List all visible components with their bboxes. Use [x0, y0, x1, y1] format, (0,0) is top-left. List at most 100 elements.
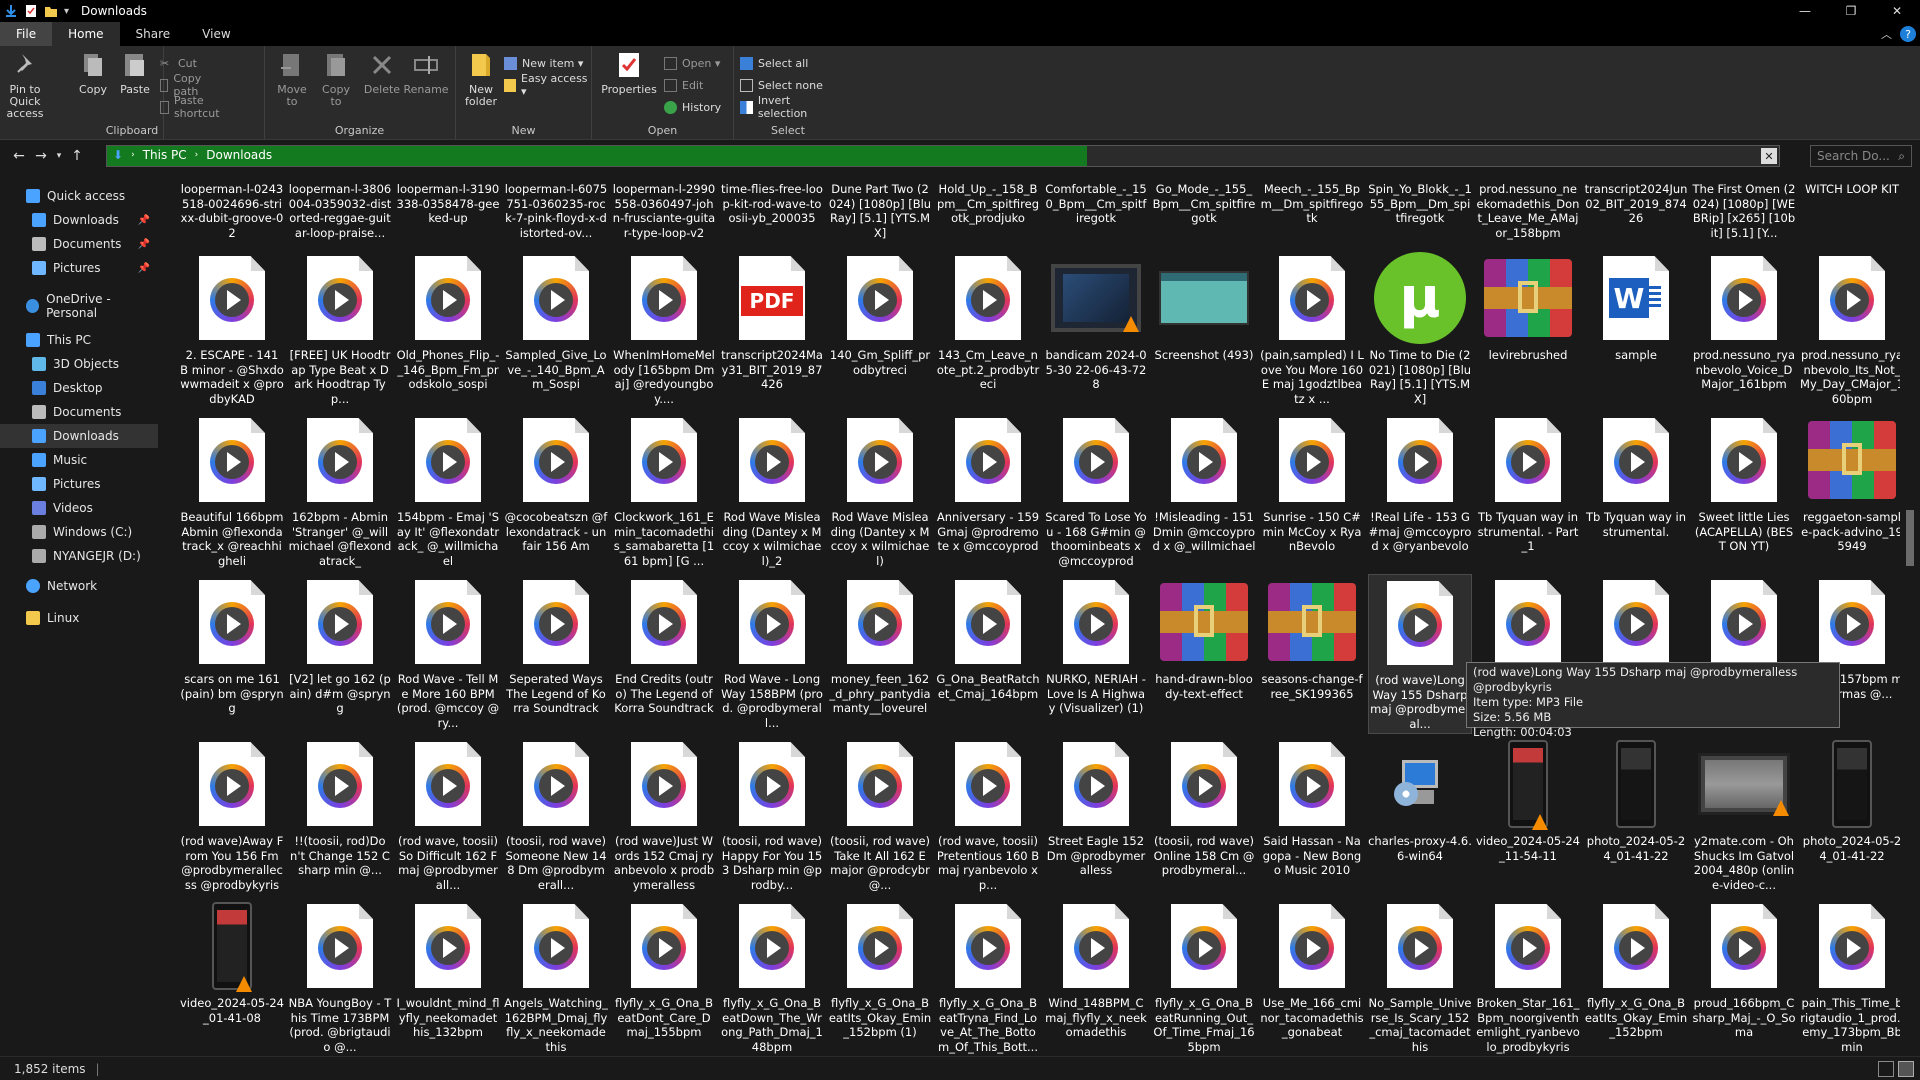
- file-item[interactable]: End Credits (outro) The Legend of Korra …: [612, 574, 716, 734]
- new-item-button[interactable]: New item ▾: [504, 54, 583, 72]
- nav-item-documents[interactable]: Documents 📌: [0, 232, 158, 256]
- file-item[interactable]: Rod Wave - Tell Me More 160 BPM (prod. @…: [396, 574, 500, 734]
- help-icon[interactable]: ?: [1900, 26, 1916, 42]
- file-item[interactable]: (rod wave, toosii)Pretentious 160 Bmaj r…: [936, 736, 1040, 896]
- copy-to-button[interactable]: Copy to: [316, 50, 356, 108]
- minimize-button[interactable]: —: [1782, 0, 1828, 22]
- file-item[interactable]: flyfly_x_G_Ona_BeatIts_Okay_Emin_152bpm: [1584, 898, 1688, 1056]
- nav-item-3d-objects[interactable]: 3D Objects: [0, 352, 158, 376]
- file-item[interactable]: flyfly_x_G_Ona_BeatTryna_Find_Love_At_Th…: [936, 898, 1040, 1056]
- file-item[interactable]: prod.nessuno_ryanbevolo_Its_Not_My_Day_C…: [1800, 250, 1900, 410]
- breadcrumb-this-pc[interactable]: This PC: [143, 148, 187, 162]
- file-item[interactable]: flyfly_x_G_Ona_BeatDown_The_Wrong_Path_D…: [720, 898, 824, 1056]
- nav-item-desktop[interactable]: Desktop: [0, 376, 158, 400]
- file-item[interactable]: photo_2024-05-24_01-41-22: [1800, 736, 1900, 896]
- file-item[interactable]: [FREE] UK Hoodtrap Type Beat x Dark Hood…: [288, 250, 392, 410]
- file-item[interactable]: (pain,sampled) I Love You More 160 E maj…: [1260, 250, 1364, 410]
- file-item[interactable]: scars on me 161 (pain) bm @spryng: [180, 574, 284, 734]
- edit-button[interactable]: Edit: [664, 76, 703, 94]
- stop-loading-icon[interactable]: ✕: [1761, 148, 1777, 164]
- tab-share[interactable]: Share: [120, 22, 187, 46]
- file-item[interactable]: Broken_Star_161_Bpm_noorgiventhemlight_r…: [1476, 898, 1580, 1056]
- file-item[interactable]: Said Hassan - Nagopa - New Bongo Music 2…: [1260, 736, 1364, 896]
- file-item[interactable]: video_2024-05-24_11-54-11: [1476, 736, 1580, 896]
- invert-selection-button[interactable]: Invert selection: [740, 94, 842, 120]
- file-item[interactable]: Screenshot (493): [1152, 250, 1256, 410]
- tab-view[interactable]: View: [186, 22, 246, 46]
- file-item[interactable]: Angels_Watching_162BPM_Dmaj_flyfly_x_nee…: [504, 898, 608, 1056]
- file-item[interactable]: Wind_148BPM_Cmaj_flyfly_x_neekomadethis: [1044, 898, 1148, 1056]
- nav-item-documents[interactable]: Documents: [0, 400, 158, 424]
- address-bar[interactable]: ⬇ › This PC › Downloads ✕: [106, 145, 1780, 167]
- file-item[interactable]: Old_Phones_Flip_-_146_Bpm_Fm_prodskolo_s…: [396, 250, 500, 410]
- file-item[interactable]: Sampled_Give_Love_-_140_Bpm_Am_Sospi: [504, 250, 608, 410]
- file-item[interactable]: NURKO, NERIAH - Love Is A Highway (Visua…: [1044, 574, 1148, 734]
- file-item[interactable]: PDF transcript2024May31_BIT_2019_87426: [720, 250, 824, 410]
- file-item[interactable]: Seperated Ways The Legend of Korra Sound…: [504, 574, 608, 734]
- file-item[interactable]: pain_This_Time_brigtaudio_1_prod.lemy_17…: [1800, 898, 1900, 1056]
- file-item[interactable]: video_2024-05-24_01-41-08: [180, 898, 284, 1056]
- close-button[interactable]: ✕: [1874, 0, 1920, 22]
- properties-icon[interactable]: [24, 4, 38, 18]
- file-item[interactable]: I_wouldnt_mind_flyfly_neekomadethis_132b…: [396, 898, 500, 1056]
- tab-file[interactable]: File: [0, 22, 53, 46]
- file-item[interactable]: Rod Wave Misleading (Dantey x Mccoy x wi…: [828, 412, 932, 572]
- file-item[interactable]: (toosii, rod wave)Take It All 162 E majo…: [828, 736, 932, 896]
- file-item[interactable]: !!(toosii, rod)Don't Change 152 Csharp m…: [288, 736, 392, 896]
- nav-item-downloads[interactable]: Downloads: [0, 424, 158, 448]
- nav-item-this-pc[interactable]: This PC: [0, 328, 158, 352]
- nav-item-onedrive-personal[interactable]: OneDrive - Personal: [0, 292, 158, 320]
- file-item[interactable]: @cocobeatszn @flexondatrack - unfair 156…: [504, 412, 608, 572]
- file-item[interactable]: flyfly_x_G_Ona_BeatRunning_Out_Of_Time_F…: [1152, 898, 1256, 1056]
- copy-button[interactable]: Copy: [78, 50, 108, 96]
- file-item[interactable]: 162bpm - Abmin 'Stranger' @_willmichael …: [288, 412, 392, 572]
- file-item[interactable]: Anniversary - 159 Gmaj @prodremote x @mc…: [936, 412, 1040, 572]
- new-folder-icon[interactable]: [44, 4, 58, 18]
- file-item[interactable]: prod.nessuno_ryanbevolo_Voice_DMajor_161…: [1692, 250, 1796, 410]
- pin-quick-access-button[interactable]: Pin to Quick access: [4, 50, 46, 120]
- download-arrow-icon[interactable]: [4, 4, 18, 18]
- file-item[interactable]: Tb Tyquan way instrumental. - Part_1: [1476, 412, 1580, 572]
- forward-arrow-icon[interactable]: →: [30, 145, 52, 167]
- nav-item-windows-c[interactable]: Windows (C:): [0, 520, 158, 544]
- scrollbar-thumb[interactable]: [1906, 510, 1914, 566]
- nav-item-nyangejr-d[interactable]: NYANGEJR (D:): [0, 544, 158, 568]
- collapse-ribbon-icon[interactable]: ︿: [1881, 26, 1892, 42]
- file-item[interactable]: 2. ESCAPE - 141 B minor - @Shxdowwmadeit…: [180, 250, 284, 410]
- select-all-button[interactable]: Select all: [740, 54, 808, 72]
- file-item[interactable]: money_feen_162_d_phry_pantydiamanty__lov…: [828, 574, 932, 734]
- file-item[interactable]: charles-proxy-4.6.6-win64: [1368, 736, 1472, 896]
- back-arrow-icon[interactable]: ←: [8, 145, 30, 167]
- nav-item-videos[interactable]: Videos: [0, 496, 158, 520]
- file-item[interactable]: flyfly_x_G_Ona_BeatIts_Okay_Emin_152bpm …: [828, 898, 932, 1056]
- file-item[interactable]: photo_2024-05-24_01-41-22: [1584, 736, 1688, 896]
- large-icons-view-icon[interactable]: [1898, 1061, 1914, 1077]
- file-item[interactable]: (toosii, rod wave)Online 158 Cm @prodbym…: [1152, 736, 1256, 896]
- file-item[interactable]: (rod wave)Long Way 155 Dsharp maj @prodb…: [1368, 574, 1472, 734]
- file-item[interactable]: Scared To Lose You - 168 G#min @thoominb…: [1044, 412, 1148, 572]
- file-item[interactable]: Tb Tyquan way instrumental.: [1584, 412, 1688, 572]
- breadcrumb-separator-icon[interactable]: ›: [131, 150, 135, 160]
- file-item[interactable]: !Real Life - 153 G#maj @mccoyprod x @rya…: [1368, 412, 1472, 572]
- file-item[interactable]: 154bpm - Emaj 'Say It' @flexondatrack_ @…: [396, 412, 500, 572]
- file-item[interactable]: Sweet little Lies (ACAPELLA) (BEST ON YT…: [1692, 412, 1796, 572]
- breadcrumb-downloads[interactable]: Downloads: [206, 148, 272, 162]
- file-item[interactable]: (toosii, rod wave)Someone New 148 Dm @pr…: [504, 736, 608, 896]
- move-to-button[interactable]: Move to: [272, 50, 312, 108]
- tab-home[interactable]: Home: [52, 22, 120, 46]
- file-item[interactable]: (rod wave)Just Words 152 Cmaj ryanbevolo…: [612, 736, 716, 896]
- file-item[interactable]: Clockwork_161_Emin_tacomadethis_samabare…: [612, 412, 716, 572]
- file-item[interactable]: (rod wave)Away From You 156 Fm @prodbyme…: [180, 736, 284, 896]
- file-item[interactable]: reggaeton-sample-pack-advino_195949: [1800, 412, 1900, 572]
- up-arrow-icon[interactable]: ↑: [66, 145, 88, 167]
- file-item[interactable]: !Misleading - 151 Dmin @mccoyprod x @_wi…: [1152, 412, 1256, 572]
- breadcrumb-separator-icon[interactable]: ›: [195, 150, 199, 160]
- nav-item-linux[interactable]: Linux: [0, 606, 158, 630]
- new-folder-button[interactable]: New folder: [460, 50, 502, 108]
- nav-item-quick-access[interactable]: Quick access: [0, 184, 158, 208]
- file-item[interactable]: hand-drawn-bloody-text-effect: [1152, 574, 1256, 734]
- select-none-button[interactable]: Select none: [740, 76, 823, 94]
- file-item[interactable]: Sunrise - 150 C#min McCoy x RyanBevolo: [1260, 412, 1364, 572]
- nav-item-music[interactable]: Music: [0, 448, 158, 472]
- search-input[interactable]: Search Do... ⌕: [1810, 145, 1912, 167]
